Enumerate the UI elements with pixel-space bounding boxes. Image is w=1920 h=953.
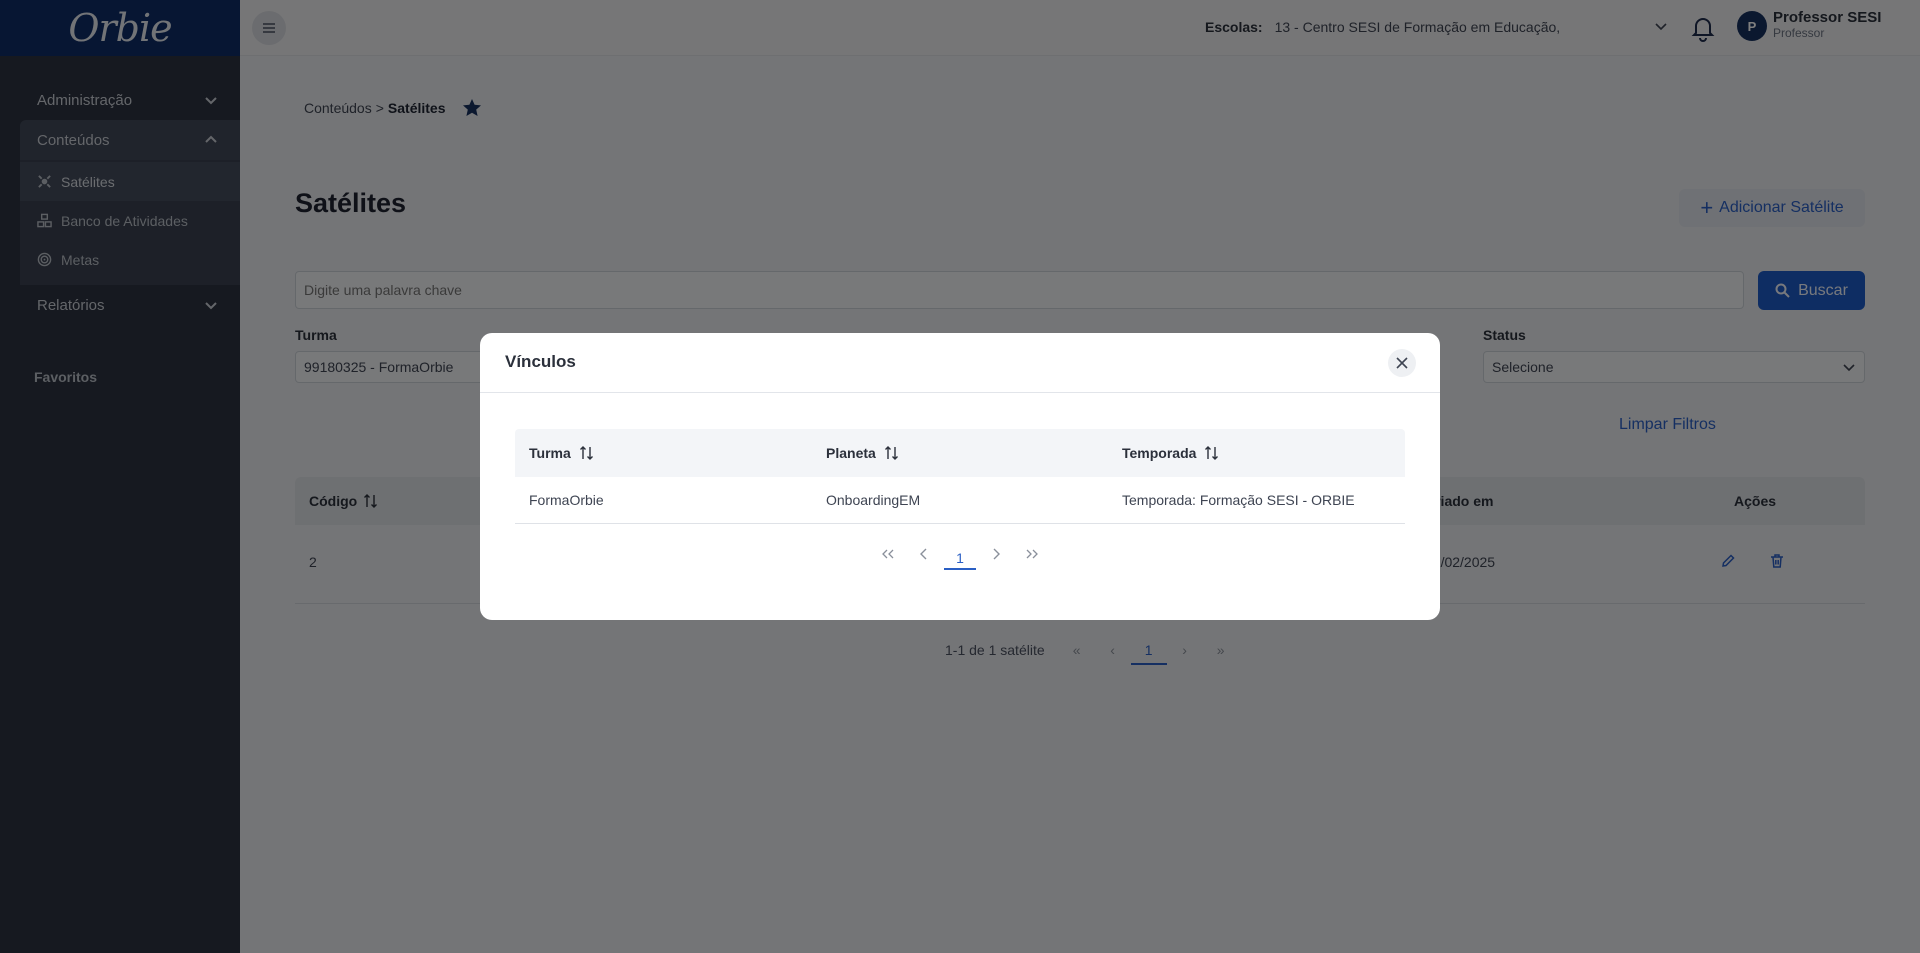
sort-icon bbox=[1205, 446, 1219, 460]
column-header-temporada[interactable]: Temporada bbox=[1122, 445, 1220, 461]
cell-planeta: OnboardingEM bbox=[826, 492, 921, 508]
last-page-icon[interactable] bbox=[1014, 543, 1050, 565]
cell-turma: FormaOrbie bbox=[529, 492, 604, 508]
sort-icon bbox=[884, 446, 898, 460]
close-icon bbox=[1396, 357, 1408, 369]
modal-close-button[interactable] bbox=[1388, 349, 1416, 377]
column-header-turma[interactable]: Turma bbox=[529, 445, 595, 461]
modal-title: Vínculos bbox=[505, 352, 576, 371]
vinculos-modal: Vínculos Turma Planeta Temporada FormaOr… bbox=[480, 333, 1440, 620]
next-page-icon[interactable] bbox=[978, 543, 1014, 565]
first-page-icon[interactable] bbox=[870, 543, 906, 565]
vinculos-table-header: Turma Planeta Temporada bbox=[515, 429, 1405, 477]
previous-page-icon[interactable] bbox=[906, 543, 942, 565]
column-header-label: Turma bbox=[529, 445, 571, 461]
modal-header: Vínculos bbox=[480, 333, 1440, 393]
table-row: FormaOrbie OnboardingEM Temporada: Forma… bbox=[515, 477, 1405, 524]
cell-temporada: Temporada: Formação SESI - ORBIE bbox=[1122, 492, 1355, 508]
sort-icon bbox=[579, 446, 593, 460]
column-header-label: Temporada bbox=[1122, 445, 1197, 461]
column-header-label: Planeta bbox=[826, 445, 876, 461]
column-header-planeta[interactable]: Planeta bbox=[826, 445, 900, 461]
modal-pagination: 1 bbox=[870, 543, 1050, 570]
page-number[interactable]: 1 bbox=[944, 543, 976, 570]
